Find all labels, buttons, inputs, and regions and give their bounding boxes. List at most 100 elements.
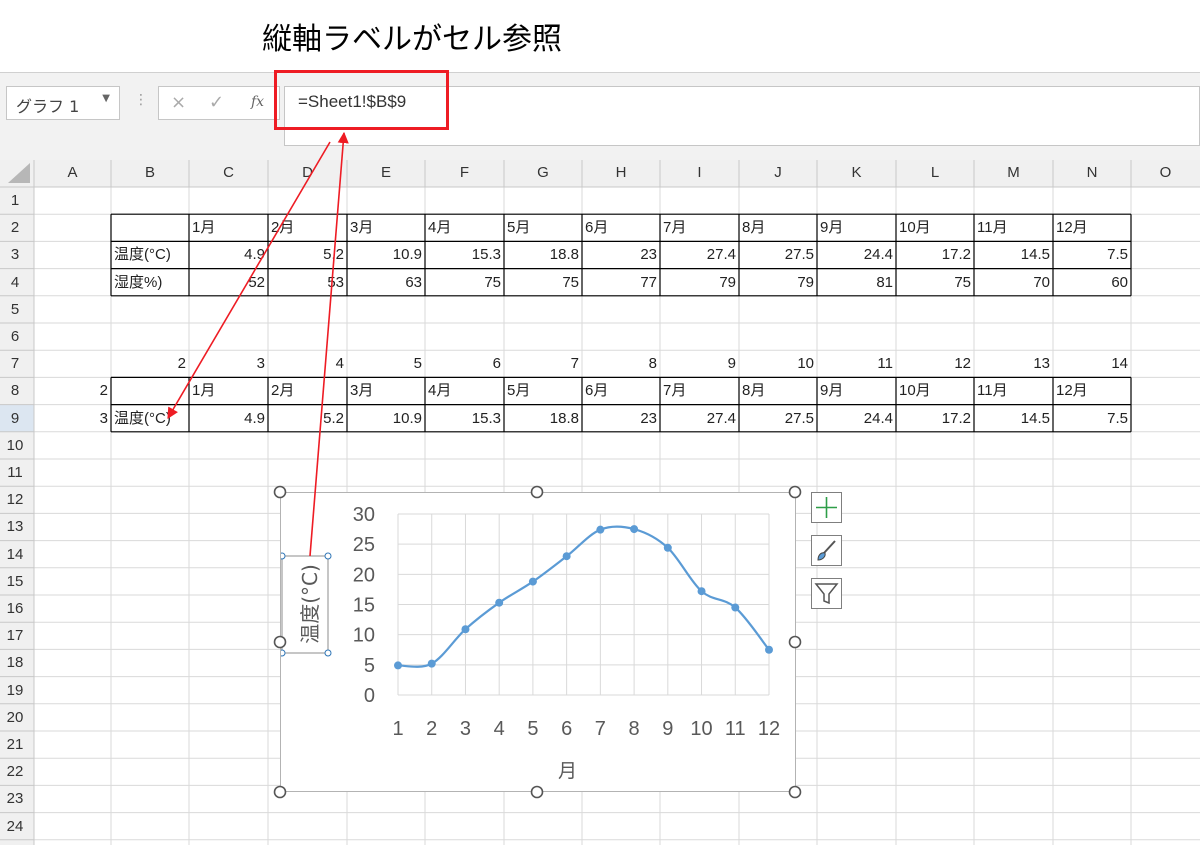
value-cell: 75 [484, 273, 501, 291]
data-point [461, 625, 470, 634]
y-tick-label: 20 [353, 564, 375, 586]
row-header-1[interactable]: 1 [0, 192, 30, 209]
column-header-j[interactable]: J [739, 164, 817, 181]
row-header-19[interactable]: 19 [0, 682, 30, 699]
row-header-23[interactable]: 23 [0, 790, 30, 807]
value-cell: 7.5 [1107, 409, 1128, 427]
row-header-12[interactable]: 12 [0, 491, 30, 508]
month-header-cell: 1月 [192, 219, 216, 237]
chart-elements-button[interactable] [811, 492, 842, 523]
series-line [397, 525, 770, 668]
data-point [765, 645, 773, 654]
value-cell: 15.3 [471, 246, 501, 264]
column-header-g[interactable]: G [504, 164, 582, 181]
month-header-cell: 8月 [742, 382, 766, 400]
number-cell: 2 [99, 382, 108, 400]
value-cell: 7.5 [1107, 246, 1128, 264]
month-header-cell: 12月 [1056, 382, 1088, 400]
value-cell: 75 [562, 273, 579, 291]
number-cell: 3 [99, 409, 108, 427]
row-header-5[interactable]: 5 [0, 301, 30, 318]
value-cell: 23 [640, 246, 657, 264]
month-header-cell: 9月 [820, 219, 844, 237]
chart-area[interactable]: 0 5 10 15 20 25 30 1 2 3 4 5 6 7 8 9 10 11 12 月温度(°C) [278, 492, 796, 792]
column-header-a[interactable]: A [34, 164, 111, 181]
row-header-7[interactable]: 7 [0, 355, 30, 372]
column-header-l[interactable]: L [896, 164, 974, 181]
row-header-22[interactable]: 22 [0, 763, 30, 780]
row-header-16[interactable]: 16 [0, 600, 30, 617]
value-cell: 52 [248, 273, 265, 291]
row-header-21[interactable]: 21 [0, 736, 30, 753]
number-cell: 7 [570, 355, 579, 373]
title-selection-handle [324, 649, 332, 657]
row-header-4[interactable]: 4 [0, 274, 30, 291]
number-cell: 2 [177, 355, 186, 373]
row-header-3[interactable]: 3 [0, 246, 30, 263]
month-header-cell: 6月 [585, 219, 609, 237]
value-cell: 27.4 [706, 246, 736, 264]
value-cell: 18.8 [549, 246, 579, 264]
value-cell: 81 [876, 273, 893, 291]
y-tick-label: 5 [364, 655, 375, 677]
chart-filters-button[interactable] [811, 578, 842, 609]
row-header-6[interactable]: 6 [0, 328, 30, 345]
row-header-10[interactable]: 10 [0, 437, 30, 454]
column-header-m[interactable]: M [974, 164, 1053, 181]
value-cell: 10.9 [392, 246, 422, 264]
month-header-cell: 5月 [507, 382, 531, 400]
month-header-cell: 5月 [507, 219, 531, 237]
month-header-cell: 4月 [428, 219, 452, 237]
x-tick-label: 7 [595, 718, 606, 740]
value-cell: 17.2 [941, 409, 971, 427]
data-point [630, 525, 639, 534]
value-cell: 24.4 [863, 409, 893, 427]
column-header-k[interactable]: K [817, 164, 896, 181]
number-cell: 9 [727, 355, 736, 373]
row-header-18[interactable]: 18 [0, 654, 30, 671]
y-tick-label: 0 [364, 685, 375, 707]
month-header-cell: 2月 [271, 219, 295, 237]
value-cell: 5.2 [323, 246, 344, 264]
row-header-17[interactable]: 17 [0, 627, 30, 644]
row-header-20[interactable]: 20 [0, 709, 30, 726]
column-header-i[interactable]: I [660, 164, 739, 181]
data-point [394, 661, 402, 670]
row-header-14[interactable]: 14 [0, 546, 30, 563]
month-header-cell: 10月 [899, 382, 931, 400]
row-label-cell: 湿度%) [114, 273, 163, 291]
column-header-h[interactable]: H [582, 164, 660, 181]
number-cell: 4 [335, 355, 344, 373]
data-point [427, 659, 436, 668]
x-tick-label: 11 [725, 718, 746, 740]
column-header-n[interactable]: N [1053, 164, 1131, 181]
column-header-f[interactable]: F [425, 164, 504, 181]
value-cell: 77 [640, 273, 657, 291]
row-header-11[interactable]: 11 [0, 464, 30, 481]
number-cell: 11 [877, 355, 893, 373]
column-header-e[interactable]: E [347, 164, 425, 181]
y-axis-title: 温度(°C) [298, 564, 322, 644]
row-header-9[interactable]: 9 [0, 410, 30, 427]
column-header-c[interactable]: C [189, 164, 268, 181]
chart-styles-button[interactable] [811, 535, 842, 566]
row-label-cell: 温度(°C) [114, 246, 171, 264]
row-header-13[interactable]: 13 [0, 518, 30, 535]
month-header-cell: 11月 [977, 219, 1008, 237]
x-axis-title: 月 [558, 760, 577, 782]
row-header-8[interactable]: 8 [0, 382, 30, 399]
column-header-d[interactable]: D [268, 164, 347, 181]
number-cell: 13 [1033, 355, 1050, 373]
plus-icon [816, 497, 837, 518]
number-cell: 8 [648, 355, 657, 373]
row-header-24[interactable]: 24 [0, 818, 30, 835]
row-header-15[interactable]: 15 [0, 573, 30, 590]
column-header-o[interactable]: O [1131, 164, 1200, 181]
y-tick-label: 10 [353, 625, 375, 647]
x-tick-label: 1 [392, 718, 403, 740]
column-header-b[interactable]: B [111, 164, 189, 181]
value-cell: 60 [1111, 273, 1128, 291]
row-header-2[interactable]: 2 [0, 219, 30, 236]
x-tick-label: 9 [662, 718, 673, 740]
value-cell: 70 [1033, 273, 1050, 291]
